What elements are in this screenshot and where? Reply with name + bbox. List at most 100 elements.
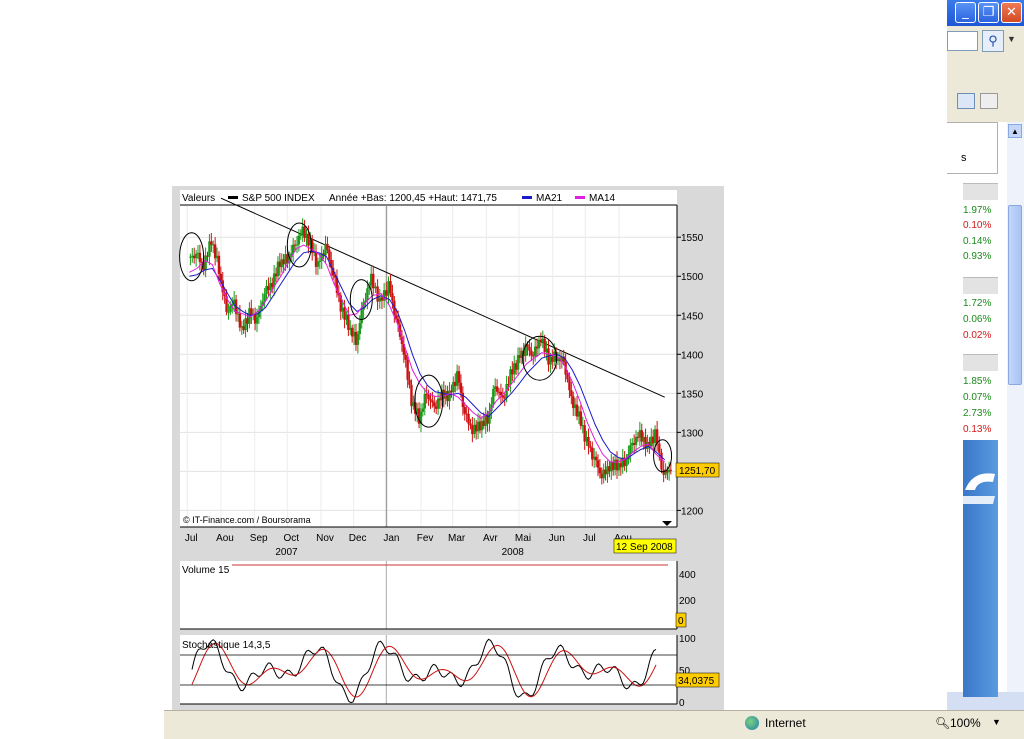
security-zone-label: Internet [765,716,806,730]
date-label: 12 Sep 2008 [616,542,673,553]
zoom-dropdown-icon[interactable]: ▼ [992,717,1001,727]
candle-body [217,255,221,274]
status-bar [164,710,1024,739]
candle-body [408,379,411,385]
candle-body [469,423,472,426]
candle-body [423,394,426,409]
candle-body [421,408,425,412]
month-label: Mar [448,533,466,544]
month-label: Sep [250,533,268,544]
candle-body [425,394,428,396]
globe-icon [745,716,759,730]
candle-body [669,469,673,471]
volume-last-value: 0 [678,616,684,627]
candle-body [528,346,531,351]
price-tick-label: 1200 [681,506,704,517]
month-label: Fev [417,533,434,544]
year-label: 2008 [502,547,525,558]
candle-body [530,350,533,356]
search-input[interactable] [947,31,978,51]
tools-icon[interactable] [980,93,998,109]
zoom-level[interactable]: 100% [950,716,981,730]
candle-body [492,388,495,405]
candle-body [658,443,661,453]
price-tick-label: 1300 [681,428,704,439]
change-percent: 2.73% [963,408,992,419]
legend-valeurs: Valeurs [182,193,215,204]
side-panel-header: s [947,122,998,174]
month-label: Mai [515,533,531,544]
price-tick-label: 1500 [681,272,704,283]
candle-body [389,281,392,294]
candle-body [189,256,192,258]
chart-credit: © IT-Finance.com / Boursorama [183,515,311,525]
candle-body [463,407,466,414]
change-percent: 0.10% [963,220,992,231]
candle-body [433,402,436,407]
candle-body [295,244,299,246]
maximize-button[interactable]: ❐ [978,2,999,23]
candle-body [427,394,430,400]
candle-body [431,400,434,403]
page-icon[interactable] [957,93,975,109]
candle-body [366,288,369,301]
candle-body [596,460,600,468]
change-percent: 0.14% [963,236,992,247]
panel-section-header [963,183,998,200]
search-options-arrow-icon[interactable]: ▼ [1007,34,1016,44]
candle-body [316,261,320,267]
candle-body [467,413,470,424]
change-percent: 1.97% [963,205,992,216]
month-label: Jan [383,533,399,544]
side-panel-text: s [961,152,967,164]
change-percent: 0.06% [963,314,992,325]
change-percent: 1.72% [963,298,992,309]
candle-body [328,249,331,260]
candle-body [457,371,461,383]
close-button[interactable]: ✕ [1001,2,1022,23]
candle-body [210,241,213,245]
candle-body [378,297,381,302]
candle-body [429,399,432,401]
scroll-up-button[interactable]: ▲ [1008,124,1022,138]
volume-panel [180,561,677,629]
candle-body [380,297,384,301]
candle-body [566,374,569,380]
candle-body [660,452,663,470]
volume-tick: 200 [679,596,696,607]
legend-instrument-swatch [228,196,238,199]
candle-body [391,293,394,301]
stock-chart: 15501500145014001350130012501200 JulAouS… [179,190,720,709]
year-label: 2007 [275,547,298,558]
change-percent: 0.07% [963,392,992,403]
legend-instrument: S&P 500 INDEX [242,193,315,204]
minimize-button[interactable]: _ [955,2,976,23]
browser-titlebar: _ ❐ ✕ [947,0,1024,26]
legend-ma14-swatch [575,196,585,199]
price-tick-label: 1350 [681,389,704,400]
change-percent: 0.02% [963,330,992,341]
candle-body [347,314,350,330]
candle-body [299,234,302,236]
stochastic-tick: 100 [679,634,696,645]
candle-body [587,437,590,447]
month-label: Nov [316,533,334,544]
panel-section-header [963,354,998,371]
candle-body [229,305,232,312]
change-percent: 0.93% [963,251,992,262]
month-label: Jun [549,533,565,544]
candle-body [297,235,301,245]
search-button[interactable]: ⚲ [982,30,1004,52]
price-tick-label: 1550 [681,233,704,244]
volume-tick: 400 [679,570,696,581]
legend-range: Année +Bas: 1200,45 +Haut: 1471,75 [329,193,497,204]
scroll-thumb[interactable] [1008,205,1022,385]
volume-label: Volume 15 [182,565,230,576]
price-tick-label: 1400 [681,350,704,361]
legend-ma21: MA21 [536,193,563,204]
candle-body [570,390,573,397]
month-label: Jul [185,533,198,544]
candle-body [589,446,592,448]
candle-body [198,252,202,262]
candle-body [194,253,198,259]
